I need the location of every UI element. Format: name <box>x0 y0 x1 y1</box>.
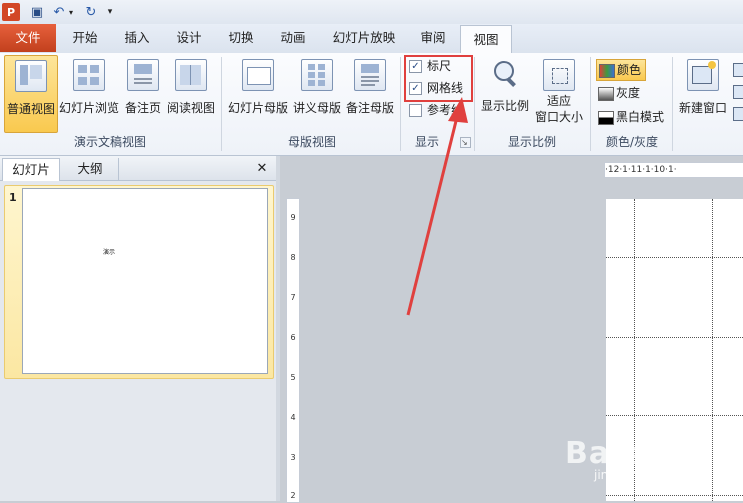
vertical-ruler[interactable]: 9 8 7 6 5 4 3 2 <box>286 198 300 503</box>
tab-transitions[interactable]: 切换 <box>218 24 264 52</box>
color-label: 颜色 <box>617 63 642 77</box>
color-button[interactable]: 颜色 <box>596 59 646 81</box>
grayscale-swatch-icon <box>598 87 614 101</box>
vruler-tick: 5 <box>290 373 296 382</box>
reading-view-icon <box>175 59 207 91</box>
arrange-all-icon[interactable] <box>733 63 743 77</box>
tab-view[interactable]: 视图 <box>460 25 512 54</box>
tab-animations[interactable]: 动画 <box>270 24 316 52</box>
normal-view-button[interactable]: 普通视图 <box>4 55 58 133</box>
notes-page-label: 备注页 <box>124 101 161 115</box>
watermark-brand: Bai 经验 <box>565 436 695 471</box>
tab-file[interactable]: 文件 <box>0 24 56 52</box>
handout-master-label: 讲义母版 <box>292 101 341 115</box>
slide-master-button[interactable]: 幻灯片母版 <box>227 55 289 131</box>
vruler-tick: 6 <box>290 333 296 342</box>
notes-master-label: 备注母版 <box>345 101 394 115</box>
reading-view-button[interactable]: 阅读视图 <box>165 55 217 131</box>
slide-thumbnail-text: 演示 <box>103 249 116 256</box>
master-views-group-label: 母版视图 <box>287 135 336 149</box>
quick-access-toolbar: P ▣ ↶ ▾ ↻ ▾ <box>0 0 743 24</box>
vruler-tick: 3 <box>290 453 296 462</box>
customize-toolbar-icon[interactable]: ▾ <box>104 3 116 21</box>
color-grayscale-group-label: 颜色/灰度 <box>605 135 659 149</box>
save-icon[interactable]: ▣ <box>28 3 46 21</box>
notes-page-icon <box>127 59 159 91</box>
tab-home[interactable]: 开始 <box>62 24 108 52</box>
annotation-arrow <box>406 97 468 316</box>
zoom-button[interactable]: 显示比例 <box>478 55 532 131</box>
slides-pane-tabs: 幻灯片 大纲 ✕ <box>0 156 276 181</box>
grayscale-button[interactable]: 灰度 <box>596 83 668 103</box>
tab-outline[interactable]: 大纲 <box>62 158 119 180</box>
fit-to-window-label-line1: 适应 <box>546 94 571 108</box>
gridline <box>606 337 743 338</box>
reading-view-label: 阅读视图 <box>166 101 215 115</box>
group-divider <box>672 57 673 151</box>
black-white-button[interactable]: 黑白模式 <box>596 107 668 127</box>
fit-to-window-icon <box>543 59 575 91</box>
tab-design[interactable]: 设计 <box>166 24 212 52</box>
watermark-url: jingyan.baidu.com <box>594 468 705 482</box>
new-window-button[interactable]: 新建窗口 <box>676 55 730 131</box>
tab-review[interactable]: 审阅 <box>410 24 456 52</box>
gridline <box>606 495 743 496</box>
presentation-views-group-label: 演示文稿视图 <box>73 135 146 149</box>
group-divider <box>221 57 222 151</box>
zoom-label: 显示比例 <box>480 99 529 113</box>
pane-splitter[interactable] <box>276 156 280 501</box>
grayscale-label: 灰度 <box>616 86 641 100</box>
slide-sorter-button[interactable]: 幻灯片浏览 <box>59 55 119 131</box>
undo-dropdown-icon[interactable]: ▾ <box>66 3 76 21</box>
horizontal-ruler-ticks: ·12·1·11·1·10·1· <box>605 165 677 175</box>
normal-view-icon <box>15 60 47 92</box>
handout-master-icon <box>301 59 333 91</box>
slide-master-label: 幻灯片母版 <box>227 101 288 115</box>
new-window-icon <box>687 59 719 91</box>
group-divider <box>590 57 591 151</box>
black-white-swatch-icon <box>598 111 614 125</box>
ribbon-view: 普通视图 幻灯片浏览 备注页 阅读视图 演示文稿视图 幻灯片母版 讲义母版 备注… <box>0 53 743 156</box>
redo-icon[interactable]: ↻ <box>82 3 100 21</box>
slide-sorter-icon <box>73 59 105 91</box>
color-swatch-icon <box>599 64 615 78</box>
vruler-tick: 2 <box>290 491 296 500</box>
gridline <box>606 415 743 416</box>
tab-slideshow[interactable]: 幻灯片放映 <box>322 24 406 52</box>
notes-page-button[interactable]: 备注页 <box>122 55 164 131</box>
vruler-tick: 4 <box>290 413 296 422</box>
fit-to-window-label-line2: 窗口大小 <box>534 110 583 124</box>
notes-master-button[interactable]: 备注母版 <box>344 55 396 131</box>
magnifier-icon <box>490 59 520 89</box>
tab-slides[interactable]: 幻灯片 <box>2 158 60 181</box>
vruler-tick: 9 <box>290 213 296 222</box>
fit-to-window-button[interactable]: 适应 窗口大小 <box>533 55 585 131</box>
powerpoint-app-icon[interactable]: P <box>2 3 20 21</box>
slide-sorter-label: 幻灯片浏览 <box>59 101 120 115</box>
horizontal-ruler[interactable]: ·12·1·11·1·10·1· <box>604 162 743 178</box>
close-pane-icon[interactable]: ✕ <box>252 158 272 180</box>
vruler-tick: 8 <box>290 253 296 262</box>
ribbon-tab-row: 文件 开始 插入 设计 切换 动画 幻灯片放映 审阅 视图 <box>0 24 743 54</box>
notes-master-icon <box>354 59 386 91</box>
slide-thumbnail[interactable]: 演示 <box>22 188 268 374</box>
move-split-icon[interactable] <box>733 107 743 121</box>
slide-number: 1 <box>9 191 17 204</box>
vruler-tick: 7 <box>290 293 296 302</box>
zoom-group-label: 显示比例 <box>507 135 556 149</box>
handout-master-button[interactable]: 讲义母版 <box>291 55 343 131</box>
gridline <box>712 199 713 501</box>
tab-insert[interactable]: 插入 <box>114 24 160 52</box>
normal-view-label: 普通视图 <box>6 102 55 116</box>
gridline <box>606 257 743 258</box>
new-window-label: 新建窗口 <box>678 101 727 115</box>
slide-master-icon <box>242 59 274 91</box>
black-white-label: 黑白模式 <box>616 110 665 124</box>
cascade-icon[interactable] <box>733 85 743 99</box>
